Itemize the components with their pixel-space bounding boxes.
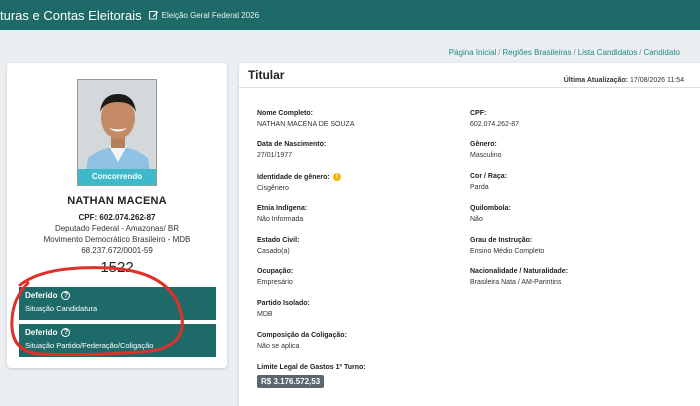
field-label: Identidade de gênero: bbox=[257, 173, 330, 181]
question-circle-icon[interactable]: ? bbox=[61, 328, 71, 337]
candidate-cpf: CPF: 602.074.262-87 bbox=[78, 213, 156, 222]
last-updated: Última Atualização: 17/08/2026 11:54 bbox=[564, 77, 684, 84]
field-label: Quilombola: bbox=[470, 205, 511, 212]
field-value: Masculino bbox=[470, 152, 502, 159]
breadcrumb: Página Inicial / Regiões Brasileiras / Lista… bbox=[449, 48, 680, 57]
details-heading: Titular bbox=[248, 68, 285, 82]
candidate-office: Deputado Federal - Amazonas/ BR bbox=[54, 224, 180, 233]
field-value: Cisgênero bbox=[257, 185, 289, 192]
spending-limit-badge: R$ 3.176.572,53 bbox=[257, 375, 325, 388]
field-value: Não se aplica bbox=[257, 343, 300, 350]
election-label: Eleição Geral Federal 2026 bbox=[161, 10, 260, 20]
field-label: CPF: bbox=[470, 110, 487, 117]
candidacy-status-title: Deferido bbox=[25, 291, 58, 300]
field-label: Gênero: bbox=[470, 141, 497, 148]
field-label: Composição da Coligação: bbox=[257, 332, 347, 339]
field-label: Estado Civil: bbox=[257, 237, 300, 244]
field-value: Não Informada bbox=[257, 216, 304, 223]
breadcrumb-home[interactable]: Página Inicial bbox=[449, 48, 497, 57]
last-updated-label: Última Atualização: bbox=[563, 77, 629, 84]
field-label: Grau de Instrução: bbox=[470, 237, 533, 244]
field-value: Empresário bbox=[257, 279, 293, 286]
field-value: Parda bbox=[470, 184, 489, 191]
candidacy-status-subtitle: Situação Candidatura bbox=[25, 304, 98, 313]
election-selector[interactable]: Eleição Geral Federal 2026 bbox=[148, 10, 260, 20]
field-label: Nacionalidade / Naturalidade: bbox=[470, 268, 569, 275]
field-gender: Gênero: Masculino bbox=[470, 141, 502, 159]
field-label: Cor / Raça: bbox=[470, 173, 507, 180]
field-value: Ensino Médio Completo bbox=[470, 248, 545, 255]
field-value: 27/01/1977 bbox=[257, 152, 293, 159]
field-race: Cor / Raça: Parda bbox=[470, 173, 507, 191]
field-full-name: Nome Completo: NATHAN MACENA DE SOUZA bbox=[257, 110, 355, 128]
field-gender-identity: Identidade de gênero:! Cisgênero bbox=[257, 173, 341, 192]
field-value: 602.074.262-87 bbox=[470, 121, 520, 128]
field-label: Data de Nascimento: bbox=[257, 141, 327, 148]
field-spending-limit: Limite Legal de Gastos 1º Turno: R$ 3.17… bbox=[257, 364, 366, 388]
field-ethnicity: Etnia Indígena: Não Informada bbox=[257, 205, 307, 223]
question-circle-icon[interactable]: ? bbox=[61, 291, 71, 300]
field-cpf: CPF: 602.074.262-87 bbox=[470, 110, 519, 128]
breadcrumb-current: Candidato bbox=[643, 48, 680, 57]
field-value: Casado(a) bbox=[257, 248, 290, 255]
party-status-box: Deferido? Situação Partido/Federação/Col… bbox=[19, 324, 216, 357]
field-quilombola: Quilombola: Não bbox=[470, 205, 511, 223]
candidate-number: 1522 bbox=[100, 259, 134, 276]
field-coalition: Composição da Coligação: Não se aplica bbox=[257, 332, 347, 350]
field-label: Limite Legal de Gastos 1º Turno: bbox=[257, 364, 366, 371]
field-value: Não bbox=[470, 216, 483, 223]
details-divider bbox=[239, 87, 700, 88]
breadcrumb-regions[interactable]: Regiões Brasileiras bbox=[503, 48, 572, 57]
last-updated-value: 17/08/2026 11:54 bbox=[630, 77, 684, 84]
warning-icon[interactable]: ! bbox=[332, 173, 341, 181]
candidate-party: Movimento Democrático Brasileiro - MDB bbox=[43, 235, 191, 244]
party-status-subtitle: Situação Partido/Federação/Coligação bbox=[25, 341, 154, 350]
field-label: Ocupação: bbox=[257, 268, 294, 275]
field-nationality: Nacionalidade / Naturalidade: Brasileira… bbox=[470, 268, 568, 286]
field-label: Etnia Indígena: bbox=[257, 205, 308, 212]
edit-icon bbox=[148, 11, 158, 20]
field-education: Grau de Instrução: Ensino Médio Completo bbox=[470, 237, 544, 255]
field-occupation: Ocupação: Empresário bbox=[257, 268, 293, 286]
field-value: NATHAN MACENA DE SOUZA bbox=[257, 121, 355, 128]
app-title: turas e Contas Eleitorais bbox=[0, 7, 142, 23]
field-label: Partido Isolado: bbox=[257, 300, 310, 307]
candidate-card: Concorrendo NATHAN MACENA CPF: 602.074.2… bbox=[7, 63, 227, 368]
field-birth-date: Data de Nascimento: 27/01/1977 bbox=[257, 141, 326, 159]
party-status-title: Deferido bbox=[25, 328, 58, 337]
candidate-cnpj: 68.237.672/0001-59 bbox=[81, 246, 153, 255]
field-label: Nome Completo: bbox=[257, 110, 313, 117]
candidate-status-tag: Concorrendo bbox=[78, 169, 156, 185]
top-navbar: turas e Contas Eleitorais Eleição Geral … bbox=[0, 0, 700, 30]
breadcrumb-candidate-list[interactable]: Lista Candidatos bbox=[578, 48, 638, 57]
field-value: Brasileira Nata / AM-Parintins bbox=[470, 279, 562, 286]
details-card: Titular Última Atualização: 17/08/2026 1… bbox=[239, 63, 700, 406]
candidacy-status-box: Deferido? Situação Candidatura bbox=[19, 287, 216, 320]
field-civil-status: Estado Civil: Casado(a) bbox=[257, 237, 299, 255]
candidate-name: NATHAN MACENA bbox=[67, 195, 167, 207]
field-value: MDB bbox=[257, 311, 273, 318]
field-party-isolated: Partido Isolado: MDB bbox=[257, 300, 310, 318]
candidate-photo: Concorrendo bbox=[77, 79, 157, 186]
